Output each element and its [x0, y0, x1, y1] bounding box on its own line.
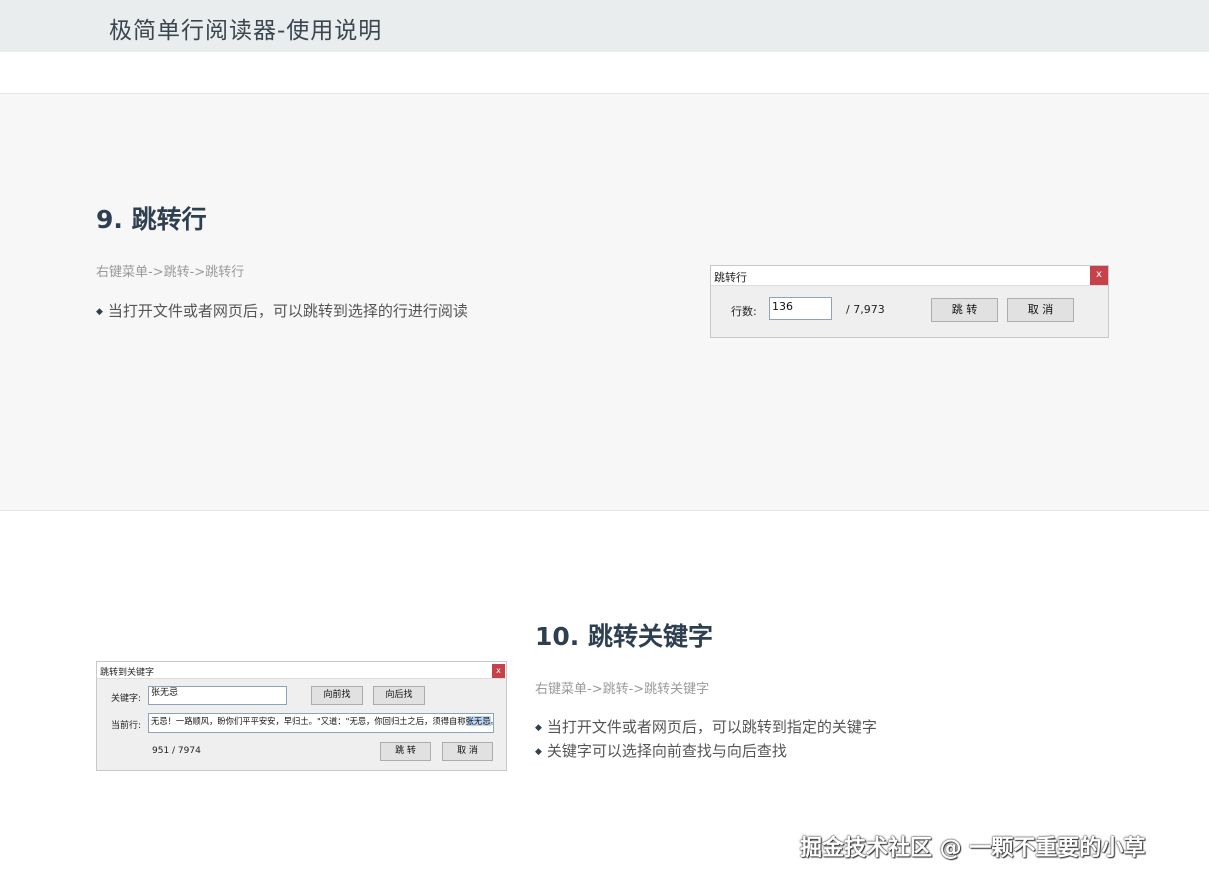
- cancel-button[interactable]: 取 消: [442, 742, 493, 761]
- bullet-text: 当打开文件或者网页后，可以跳转到指定的关键字: [546, 718, 877, 736]
- current-line-content: 无忌！一路顺风，盼你们平平安安，早归土。"又道："无忌，你回归土之后，须得自称: [151, 716, 466, 726]
- search-forward-button[interactable]: 向后找: [373, 686, 425, 705]
- close-icon[interactable]: x: [1090, 266, 1108, 285]
- header-bar: 极简单行阅读器-使用说明: [0, 0, 1209, 52]
- current-line-text[interactable]: 无忌！一路顺风，盼你们平平安安，早归土。"又道："无忌，你回归土之后，须得自称张…: [148, 713, 494, 733]
- current-line-label: 当前行:: [111, 721, 142, 731]
- section-10-bullet-2: ◆ 关键字可以选择向前查找与向后查找: [535, 740, 787, 761]
- section-9-heading: 9. 跳转行: [96, 205, 207, 234]
- section-9-bullet-1: ◆ 当打开文件或者网页后，可以跳转到选择的行进行阅读: [96, 300, 468, 321]
- bullet-icon: ◆: [535, 723, 542, 733]
- section-10-path: 右键菜单->跳转->跳转关键字: [535, 682, 710, 697]
- jump-button[interactable]: 跳 转: [931, 298, 998, 322]
- section-9-path: 右键菜单->跳转->跳转行: [96, 265, 245, 280]
- jump-line-dialog: 跳转行 x 行数: 136 / 7,973 跳 转 取 消: [710, 265, 1109, 338]
- line-number-input[interactable]: 136: [769, 297, 832, 320]
- dialog-titlebar: 跳转行 x: [711, 266, 1108, 286]
- keyword-label: 关键字:: [111, 694, 142, 704]
- line-label: 行数:: [731, 305, 757, 318]
- jump-keyword-dialog: 跳转到关键字 x 关键字: 张无忌 向前找 向后找 当前行: 无忌！一路顺风，盼…: [96, 661, 507, 771]
- section-10-heading: 10. 跳转关键字: [535, 622, 713, 651]
- bullet-icon: ◆: [96, 307, 103, 317]
- current-line-tail: 。: [491, 716, 493, 726]
- dialog-title: 跳转到关键字: [100, 668, 155, 678]
- page-title: 极简单行阅读器-使用说明: [109, 18, 383, 44]
- dialog-title: 跳转行: [714, 271, 747, 284]
- dialog-titlebar: 跳转到关键字 x: [97, 662, 506, 679]
- bullet-icon: ◆: [535, 747, 542, 757]
- search-backward-button[interactable]: 向前找: [311, 686, 363, 705]
- bullet-text: 当打开文件或者网页后，可以跳转到选择的行进行阅读: [107, 302, 468, 320]
- bullet-text: 关键字可以选择向前查找与向后查找: [546, 742, 787, 760]
- position-counter: 951 / 7974: [152, 746, 201, 756]
- line-total: / 7,973: [846, 303, 885, 316]
- section-10-bullet-1: ◆ 当打开文件或者网页后，可以跳转到指定的关键字: [535, 716, 877, 737]
- keyword-highlight: 张无忌: [465, 716, 491, 726]
- watermark: 掘金技术社区 @ 一颗不重要的小草: [800, 836, 1146, 861]
- cancel-button[interactable]: 取 消: [1007, 298, 1074, 322]
- jump-button[interactable]: 跳 转: [380, 742, 431, 761]
- keyword-input[interactable]: 张无忌: [148, 686, 287, 705]
- close-icon[interactable]: x: [492, 664, 505, 678]
